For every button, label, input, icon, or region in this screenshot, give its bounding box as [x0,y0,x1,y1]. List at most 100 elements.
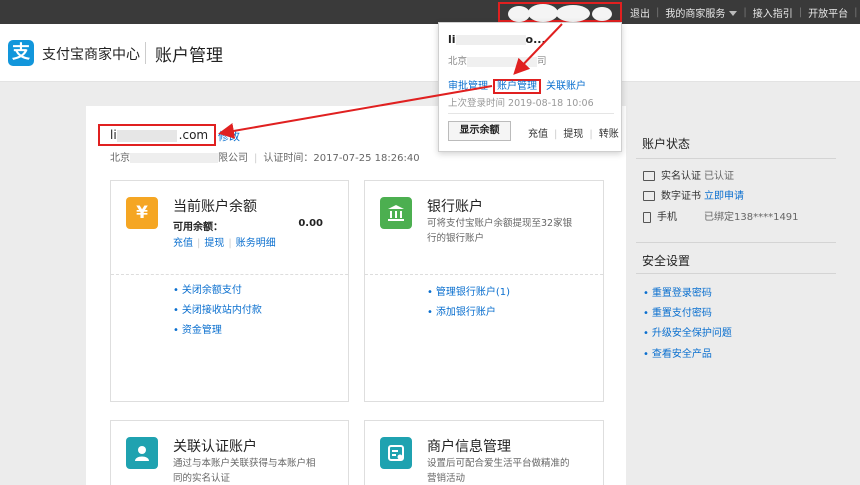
status-value: 已绑定138****1491 [704,212,799,223]
page-title: 账户管理 [155,46,223,66]
open-platform-link[interactable]: 开放平台 [802,5,854,20]
status-label: 数字证书 [661,191,701,202]
linked-account-desc: 通过与本账户关联获得与本账户相同的实名认证 [173,458,316,484]
close-balance-pay-link[interactable]: 关闭余额支付 [182,285,242,296]
company-suffix: 限公司 [218,153,248,164]
manage-bank-account-link[interactable]: 管理银行账户(1) [436,287,510,298]
chevron-down-icon [729,11,738,16]
balance-card: ¥ 当前账户余额 可用余额： 0.00 充值|提现|账务明细 关闭余额支付 关闭… [110,180,349,402]
user-icon-glyph [135,446,149,461]
bank-icon-glyph [388,205,404,221]
bank-desc: 可将支付宝账户余额提现至32家银行的银行账户 [427,218,573,244]
redacted-mask [528,4,558,22]
popup-company-prefix: 北京 [448,56,468,67]
company-prefix: 北京 [110,153,130,164]
last-login: 上次登录时间 2019-08-18 10:06 [448,98,594,109]
redacted-mask [130,153,218,163]
action-divider: | [554,129,558,140]
bank-icon [380,197,412,229]
merchant-info-desc: 设置后可配合爱生活平台做精准的营销活动 [427,458,570,484]
account-management-link[interactable]: 账户管理 [493,79,541,94]
linked-account-card: 关联认证账户 通过与本账户关联获得与本账户相同的实名认证 [110,420,349,485]
account-dropdown: li o... 北京 司 审批管理 账户管理 关联账户 上次登录时间 2019-08-1… [438,22,622,152]
add-bank-account-link[interactable]: 添加银行账户 [436,307,496,318]
account-meta: 北京 限公司 | 认证时间：2017-07-25 18:26:40 [110,149,420,164]
show-balance-button[interactable]: 显示余额 [448,121,511,141]
redacted-mask [455,35,526,45]
alipay-logo-icon[interactable]: 支 [8,40,34,66]
apply-certificate-link[interactable]: 立即申请 [704,187,744,202]
merchant-services-menu[interactable]: 我的商家服务 [659,5,743,20]
balance-links: 关闭余额支付 关闭接收站内付款 资金管理 [173,281,262,341]
user-menu-highlight[interactable] [498,2,622,22]
linked-accounts-link[interactable]: 关联账户 [546,81,586,92]
cert-time: 认证时间：2017-07-25 18:26:40 [263,153,420,164]
edit-account-link[interactable]: 修改 [218,128,240,144]
status-label: 手机 [657,212,677,223]
account-status-title: 账户状态 [642,137,691,151]
popup-withdraw-link[interactable]: 提现 [563,129,583,140]
page-header: 支 支付宝商家中心 账户管理 [0,24,860,82]
merchant-info-card: 商户信息管理 设置后可配合爱生活平台做精准的营销活动 [364,420,604,485]
close-inbox-payment-link[interactable]: 关闭接收站内付款 [182,305,262,316]
redacted-mask [592,7,612,21]
fund-management-link[interactable]: 资金管理 [182,325,222,336]
status-row-realname: 实名认证 已认证 [643,167,734,182]
phone-icon [643,211,651,223]
user-icon [126,437,158,469]
available-balance-row: 可用余额： 0.00 [173,218,323,233]
approval-management-link[interactable]: 审批管理 [448,81,488,92]
popup-company: 北京 司 [448,53,547,67]
linked-account-title: 关联认证账户 [173,439,257,455]
logout-link[interactable]: 退出 [624,5,656,20]
popup-actions: 充值 | 提现 | 转账 [528,125,619,140]
action-divider: | [197,238,201,249]
statement-link[interactable]: 账务明细 [236,238,276,249]
account-name-prefix: li [110,128,117,142]
status-label: 实名认证 [661,171,701,182]
meta-divider: | [254,153,258,164]
money-bag-icon: ¥ [126,197,158,229]
popup-recharge-link[interactable]: 充值 [528,129,548,140]
balance-actions: 充值 | 提现 | 账务明细 [173,234,276,249]
available-balance-value: 0.00 [298,218,323,229]
logo-text[interactable]: 支付宝商家中心 [42,44,140,64]
card-divider [365,274,603,275]
bank-title: 银行账户 [427,199,483,215]
recharge-link[interactable]: 充值 [173,238,193,249]
top-nav: 退出 | 我的商家服务 | 接入指引 | 开放平台 | 帮 [624,0,860,24]
sidebar-divider [636,273,836,274]
view-security-products-link[interactable]: 查看安全产品 [643,345,712,360]
popup-user-suffix: o... [525,33,546,46]
header-divider [145,42,146,64]
status-row-phone: 手机 已绑定138****1491 [643,208,799,223]
certificate-icon [643,191,655,201]
redacted-mask [508,6,530,22]
settings-icon-glyph [388,445,404,461]
reset-login-password-link[interactable]: 重置登录密码 [643,284,712,299]
card-divider [111,274,348,275]
status-value: 已认证 [704,171,734,182]
popup-transfer-link[interactable]: 转账 [599,129,619,140]
popup-divider [448,113,614,114]
available-balance-label: 可用余额： [173,222,223,233]
bank-account-card: 银行账户 可将支付宝账户余额提现至32家银行的银行账户 管理银行账户(1) 添加… [364,180,604,402]
sidebar-divider [636,158,836,159]
popup-links: 审批管理 账户管理 关联账户 [448,77,591,94]
redacted-mask [467,56,538,67]
access-guide-link[interactable]: 接入指引 [747,5,799,20]
merchant-info-title: 商户信息管理 [427,439,511,455]
sidebar-divider [636,242,836,243]
bank-links: 管理银行账户(1) 添加银行账户 [427,283,510,323]
withdraw-link[interactable]: 提现 [204,238,224,249]
balance-title: 当前账户余额 [173,199,257,215]
popup-user-prefix: li [448,33,456,46]
status-row-certificate: 数字证书 立即申请 [643,187,744,202]
upgrade-security-question-link[interactable]: 升级安全保护问题 [643,324,732,339]
action-divider: | [589,129,593,140]
settings-icon [380,437,412,469]
top-bar: 退出 | 我的商家服务 | 接入指引 | 开放平台 | 帮 [0,0,860,24]
redacted-mask [116,129,177,142]
redacted-mask [556,5,590,22]
reset-pay-password-link[interactable]: 重置支付密码 [643,304,712,319]
